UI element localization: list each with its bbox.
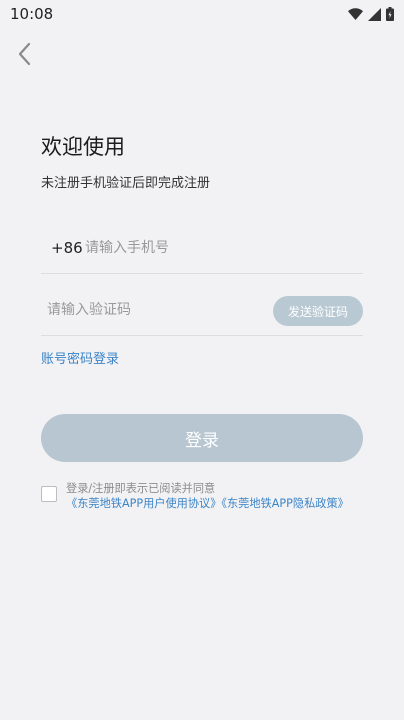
chevron-left-icon	[17, 42, 31, 70]
send-code-button[interactable]: 发送验证码	[273, 296, 363, 326]
country-code: +86	[51, 239, 83, 257]
agreement-prefix: 登录/注册即表示已阅读并同意	[66, 482, 216, 495]
status-bar: 10:08	[0, 0, 404, 28]
user-agreement-link[interactable]: 《东莞地铁APP用户使用协议》	[66, 497, 221, 510]
agreement-checkbox[interactable]	[41, 486, 57, 502]
code-field-row: 发送验证码	[41, 287, 363, 336]
password-login-link[interactable]: 账号密码登录	[41, 348, 119, 367]
status-time: 10:08	[10, 5, 54, 23]
verification-code-input[interactable]	[47, 297, 257, 323]
login-button[interactable]: 登录	[41, 414, 363, 462]
signal-icon	[368, 6, 381, 25]
wifi-icon	[348, 6, 363, 25]
back-button[interactable]	[10, 42, 38, 70]
page-title: 欢迎使用	[41, 135, 125, 159]
privacy-policy-link[interactable]: 《东莞地铁APP隐私政策》	[221, 497, 348, 510]
battery-icon	[386, 6, 394, 25]
page-subtitle: 未注册手机验证后即完成注册	[41, 176, 211, 191]
phone-field-row: +86	[41, 225, 363, 274]
phone-input[interactable]	[85, 235, 345, 261]
agreement-text: 登录/注册即表示已阅读并同意《东莞地铁APP用户使用协议》《东莞地铁APP隐私政…	[66, 481, 366, 511]
status-icons	[348, 6, 394, 25]
